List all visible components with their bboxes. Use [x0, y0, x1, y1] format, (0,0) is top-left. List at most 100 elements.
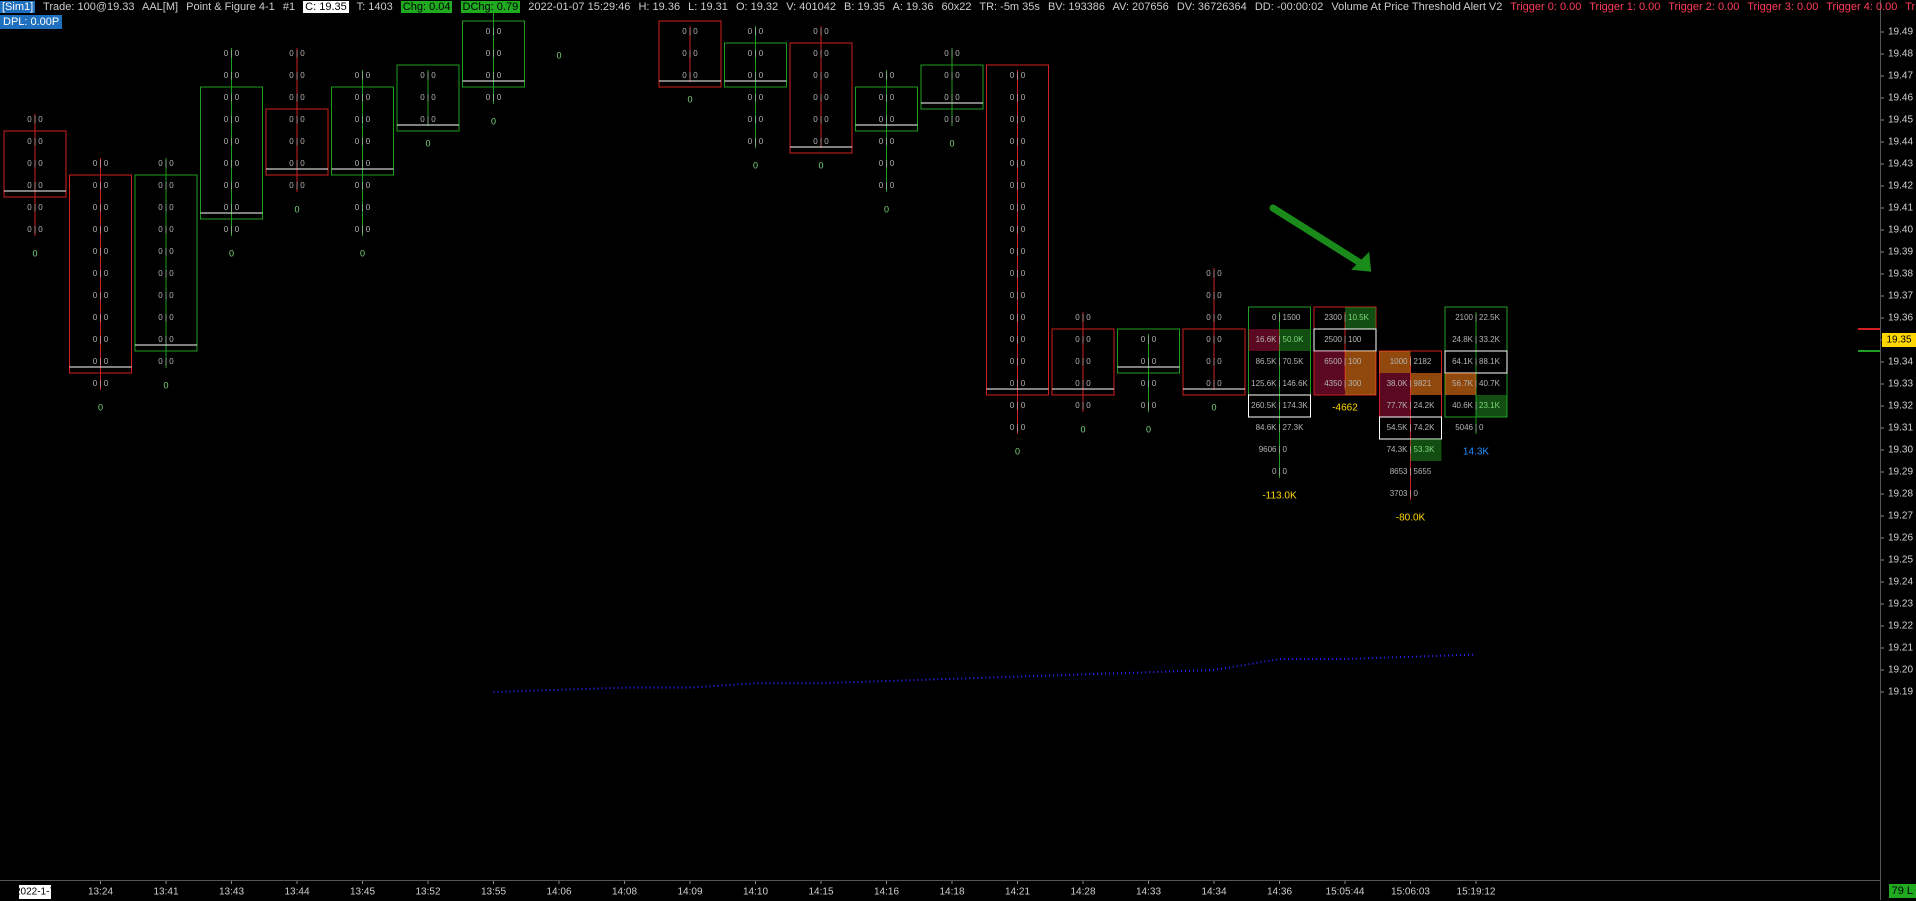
pnf-cell-label: 0 | 0 — [289, 49, 305, 58]
column-delta-label: 0 — [229, 248, 234, 258]
pnf-cell-label: 0 | 0 — [1010, 423, 1026, 432]
price-axis[interactable] — [1880, 0, 1916, 900]
pnf-cell-label: 0 | 0 — [93, 181, 109, 190]
pnf-cell-label: 0 | 0 — [1206, 379, 1222, 388]
pnf-cell-label: 0 | 0 — [27, 115, 43, 124]
pnf-cell-label: 0 | 0 — [1075, 401, 1091, 410]
cell-separator: | — [1409, 379, 1411, 388]
pnf-cell-label: 0 | 0 — [158, 225, 174, 234]
time-remaining: TR: -5m 35s — [979, 1, 1040, 13]
ask-volume-label: 100 — [1348, 335, 1362, 344]
bid-volume-label: 2300 — [1324, 313, 1342, 322]
pnf-cell-label: 0 | 0 — [158, 291, 174, 300]
bid-volume-label: 1000 — [1390, 357, 1408, 366]
bid-volume-label: 260.5K — [1251, 401, 1277, 410]
pnf-cell-label: 0 | 0 — [355, 203, 371, 212]
pnf-cell-label: 0 | 0 — [93, 379, 109, 388]
pnf-cell-label: 0 | 0 — [289, 159, 305, 168]
high-value: H: 19.36 — [638, 1, 681, 13]
pnf-cell-label: 0 | 0 — [1141, 335, 1157, 344]
pnf-cell-label: 0 | 0 — [748, 137, 764, 146]
tick-count: T: 1403 — [356, 1, 393, 13]
ask-volume-label: 0 — [1283, 445, 1288, 454]
chart-index: #1 — [282, 1, 296, 13]
bid-volume-label: 125.6K — [1251, 379, 1277, 388]
pnf-cell-label: 0 | 0 — [1206, 291, 1222, 300]
pnf-cell-label: 0 | 0 — [289, 115, 305, 124]
bid-volume-label: 86.5K — [1256, 357, 1278, 366]
time-axis[interactable] — [0, 880, 1880, 901]
pnf-cell-label: 0 | 0 — [1010, 93, 1026, 102]
column-delta-label: 0 — [360, 248, 365, 258]
bid-volume-label: 0 — [1272, 313, 1277, 322]
bid-volume-label: 8653 — [1390, 467, 1408, 476]
trend-arrow-shaft — [1269, 204, 1367, 269]
pnf-cell-label: 0 | 0 — [1010, 181, 1026, 190]
pnf-cell-label: 0 | 0 — [93, 291, 109, 300]
column-delta-label: -80.0K — [1396, 513, 1426, 524]
daily-change-value: DChg: 0.79 — [460, 1, 521, 13]
pnf-cell-label: 0 | 0 — [944, 93, 960, 102]
pnf-cell-label: 0 | 0 — [486, 93, 502, 102]
column-delta-label: 0 — [884, 204, 889, 214]
cell-separator: | — [1475, 335, 1477, 344]
pnf-cell-label: 0 | 0 — [813, 93, 829, 102]
column-delta-label: 0 — [1080, 424, 1085, 434]
pnf-cell-label: 0 | 0 — [682, 27, 698, 36]
pnf-cell-label: 0 | 0 — [748, 27, 764, 36]
pnf-cell-label: 0 | 0 — [1010, 269, 1026, 278]
ask-volume-label: 53.3K — [1414, 445, 1436, 454]
bid-volume-label: 38.0K — [1387, 379, 1409, 388]
ask-volume-label: 88.1K — [1479, 357, 1501, 366]
ask-volume-label: 74.2K — [1414, 423, 1436, 432]
cell-separator: | — [1409, 423, 1411, 432]
pnf-cell-label: 0 | 0 — [158, 247, 174, 256]
cell-separator: | — [1278, 379, 1280, 388]
ask-volume-label: 9821 — [1414, 379, 1432, 388]
pnf-cell-label: 0 | 0 — [93, 247, 109, 256]
pnf-cell-label: 0 | 0 — [224, 49, 240, 58]
bid-volume-label: 74.3K — [1387, 445, 1409, 454]
cell-separator: | — [1344, 357, 1346, 366]
column-delta-label: 0 — [98, 402, 103, 412]
pnf-cell-label: 0 | 0 — [813, 71, 829, 80]
column-delta-label: 0 — [1211, 402, 1216, 412]
column-delta-label: 0 — [556, 50, 561, 60]
chart-header: [Sim1] Trade: 100@19.33 AAL[M] Point & F… — [0, 0, 1916, 15]
trigger-0: Trigger 0: 0.00 — [1510, 1, 1582, 13]
pnf-cell-label: 0 | 0 — [93, 313, 109, 322]
column-delta-label: 0 — [1146, 424, 1151, 434]
ask-volume-label: 5655 — [1414, 467, 1432, 476]
pnf-cell-label: 0 | 0 — [420, 93, 436, 102]
ask-volume-label: 1500 — [1283, 313, 1301, 322]
column-delta-label: 0 — [949, 138, 954, 148]
last-trade: Trade: 100@19.33 — [43, 1, 135, 13]
cell-separator: | — [1278, 357, 1280, 366]
bid-volume-label: 2500 — [1324, 335, 1342, 344]
pnf-cell-label: 0 | 0 — [355, 115, 371, 124]
study-name: Volume At Price Threshold Alert V2 — [1331, 1, 1503, 13]
pnf-cell-label: 0 | 0 — [355, 225, 371, 234]
pnf-cell-label: 0 | 0 — [879, 71, 895, 80]
pnf-cell-label: 0 | 0 — [813, 137, 829, 146]
pnf-cell-label: 0 | 0 — [158, 313, 174, 322]
pnf-cell-label: 0 | 0 — [93, 159, 109, 168]
pnf-cell-label: 0 | 0 — [93, 225, 109, 234]
pnf-cell-label: 0 | 0 — [158, 159, 174, 168]
trigger-1: Trigger 1: 0.00 — [1589, 1, 1661, 13]
cell-separator: | — [1409, 467, 1411, 476]
dpl-badge: DPL: 0.00P — [0, 15, 63, 29]
column-delta-label: 0 — [687, 94, 692, 104]
column-delta-label: 0 — [32, 248, 37, 258]
pnf-cell-label: 0 | 0 — [224, 225, 240, 234]
ask-volume-label: 50.0K — [1283, 335, 1305, 344]
bid-volume: BV: 193386 — [1047, 1, 1106, 13]
cell-separator: | — [1475, 379, 1477, 388]
cell-separator: | — [1475, 313, 1477, 322]
low-value: L: 19.31 — [688, 1, 728, 13]
column-delta-label: 0 — [425, 138, 430, 148]
chart-canvas[interactable]: 0 | 0 0 | 0 0 | 0 0 | 0 0 | 0 0 | 0 0 0 | 0 0 | … — [0, 0, 1916, 900]
pnf-cell-label: 0 | 0 — [158, 269, 174, 278]
pnf-cell-label: 0 | 0 — [355, 71, 371, 80]
trigger-5: Trigger 5: 0 — [1905, 1, 1916, 13]
